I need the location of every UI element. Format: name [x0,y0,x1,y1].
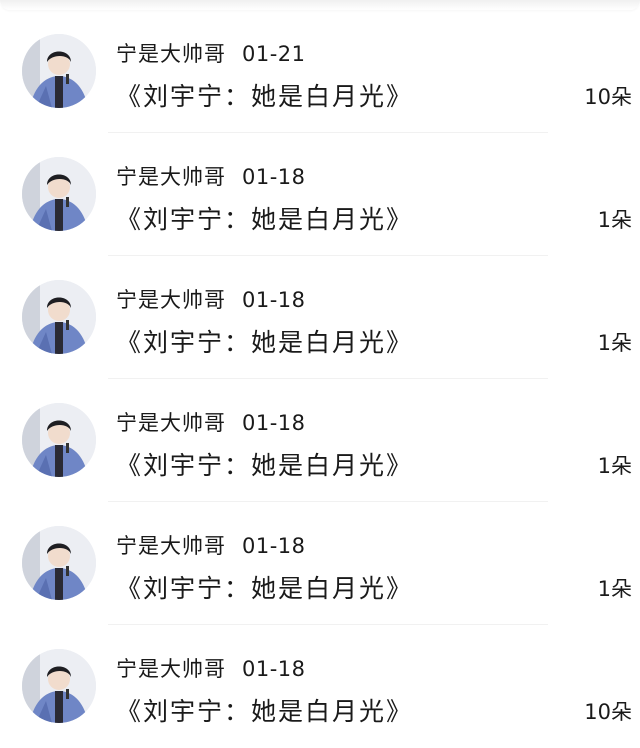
date-label: 01-18 [242,411,306,435]
list-item[interactable]: 宁是大帅哥 01-18 《刘宇宁：她是白月光》 10朵 [0,625,640,748]
user-avatar[interactable] [22,280,96,354]
list-item[interactable]: 宁是大帅哥 01-18 《刘宇宁：她是白月光》 1朵 [0,502,640,625]
user-line: 宁是大帅哥 01-18 [116,161,306,191]
date-label: 01-18 [242,534,306,558]
top-header-strip [0,0,640,10]
avatar-photo-icon [22,526,96,600]
flower-count: 1朵 [597,577,632,601]
user-avatar[interactable] [22,403,96,477]
avatar-photo-icon [22,280,96,354]
gift-title: 《刘宇宁：她是白月光》 [116,328,414,357]
flower-count: 1朵 [597,454,632,478]
date-label: 01-18 [242,657,306,681]
date-label: 01-18 [242,288,306,312]
list-item[interactable]: 宁是大帅哥 01-18 《刘宇宁：她是白月光》 1朵 [0,379,640,502]
gift-title: 《刘宇宁：她是白月光》 [116,451,414,480]
gift-title: 《刘宇宁：她是白月光》 [116,205,414,234]
gift-title: 《刘宇宁：她是白月光》 [116,574,414,603]
avatar-photo-icon [22,403,96,477]
date-label: 01-18 [242,165,306,189]
avatar-photo-icon [22,649,96,723]
username[interactable]: 宁是大帅哥 [116,411,226,435]
user-line: 宁是大帅哥 01-18 [116,407,306,437]
username[interactable]: 宁是大帅哥 [116,42,226,66]
list-item[interactable]: 宁是大帅哥 01-21 《刘宇宁：她是白月光》 10朵 [0,10,640,133]
username[interactable]: 宁是大帅哥 [116,534,226,558]
user-line: 宁是大帅哥 01-21 [116,38,306,68]
flower-count: 1朵 [597,331,632,355]
avatar-photo-icon [22,157,96,231]
username[interactable]: 宁是大帅哥 [116,288,226,312]
user-avatar[interactable] [22,649,96,723]
username[interactable]: 宁是大帅哥 [116,657,226,681]
user-line: 宁是大帅哥 01-18 [116,530,306,560]
flower-count: 1朵 [597,208,632,232]
user-line: 宁是大帅哥 01-18 [116,653,306,683]
user-avatar[interactable] [22,34,96,108]
list-item[interactable]: 宁是大帅哥 01-18 《刘宇宁：她是白月光》 1朵 [0,133,640,256]
flower-count: 10朵 [584,700,632,724]
flower-count: 10朵 [584,85,632,109]
user-avatar[interactable] [22,157,96,231]
gift-title: 《刘宇宁：她是白月光》 [116,82,414,111]
user-line: 宁是大帅哥 01-18 [116,284,306,314]
username[interactable]: 宁是大帅哥 [116,165,226,189]
date-label: 01-21 [242,42,306,66]
user-avatar[interactable] [22,526,96,600]
list-item[interactable]: 宁是大帅哥 01-18 《刘宇宁：她是白月光》 1朵 [0,256,640,379]
avatar-photo-icon [22,34,96,108]
gift-record-list: 宁是大帅哥 01-21 《刘宇宁：她是白月光》 10朵 宁是大帅哥 01-18 《刘… [0,10,640,748]
gift-title: 《刘宇宁：她是白月光》 [116,697,414,726]
